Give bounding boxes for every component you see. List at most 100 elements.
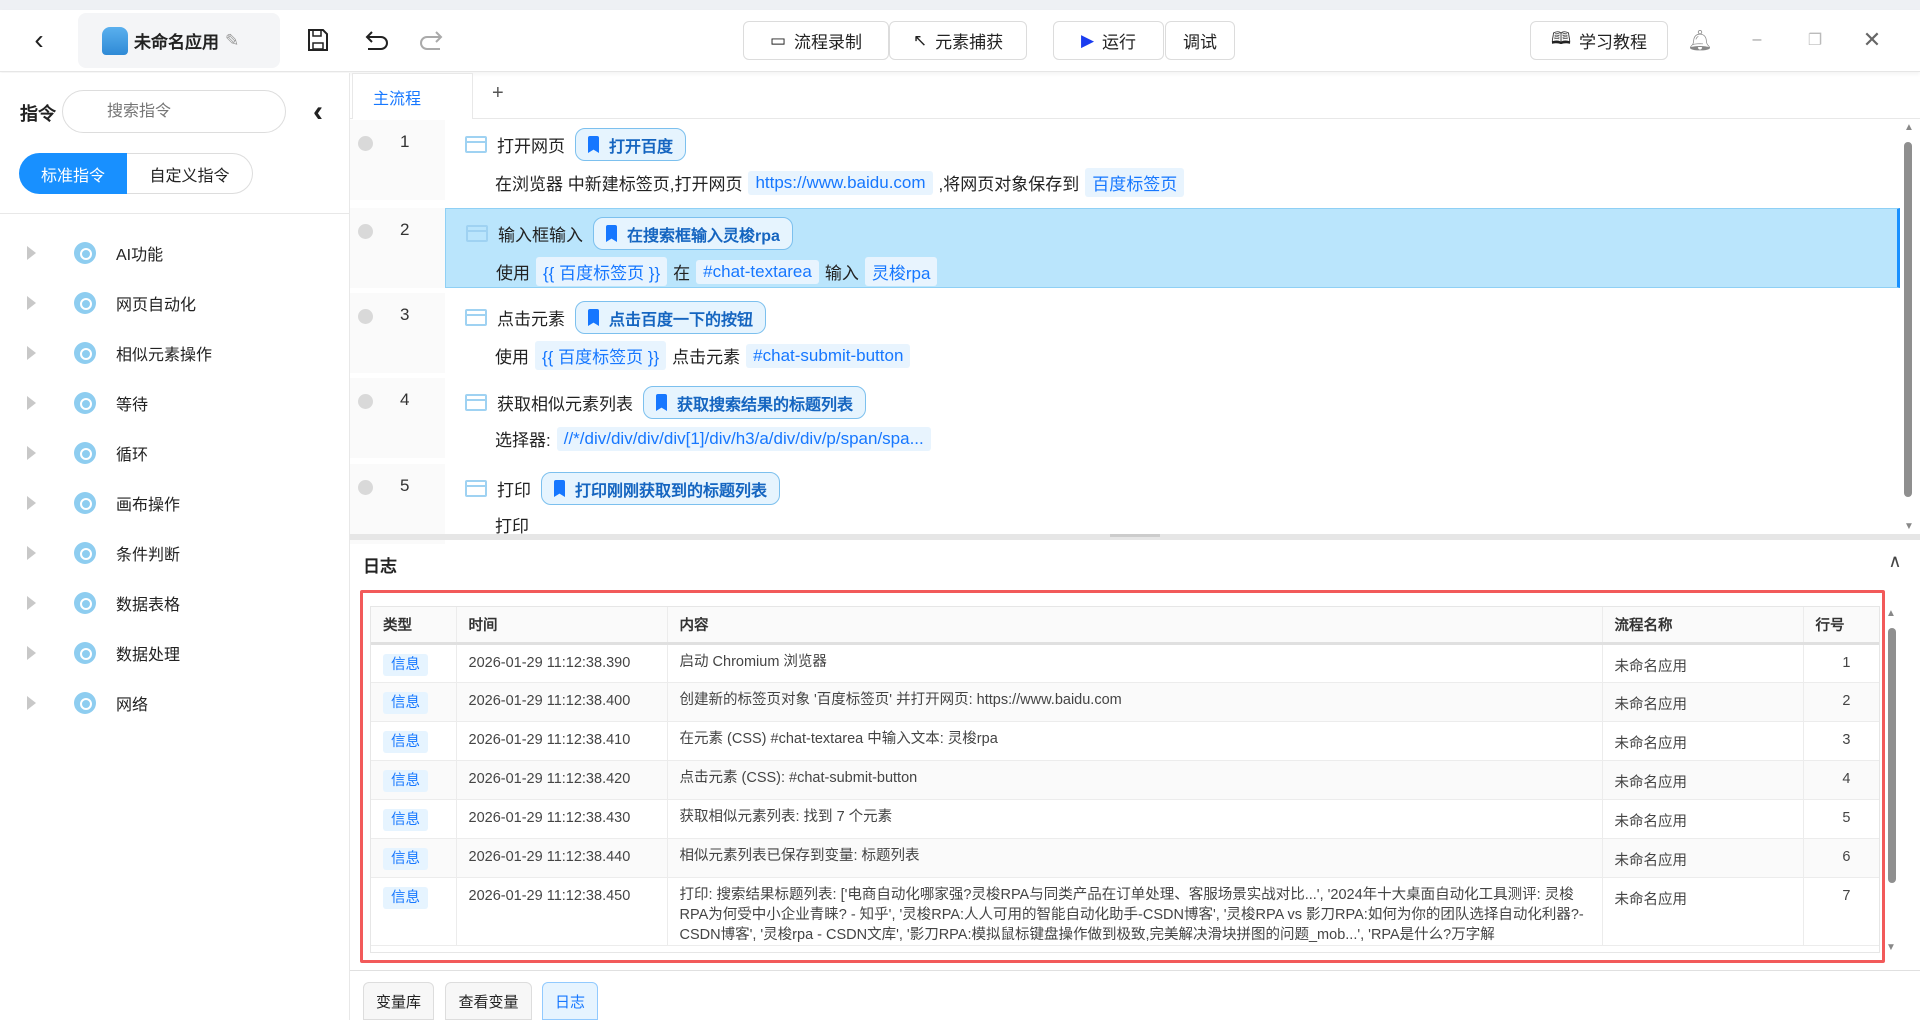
log-flow-name: 未命名应用: [1602, 643, 1804, 683]
log-row[interactable]: 信息 2026-01-29 11:12:38.390 启动 Chromium 浏…: [371, 643, 1879, 683]
param-tag[interactable]: #chat-submit-button: [746, 343, 911, 368]
search-input[interactable]: [62, 90, 286, 133]
back-icon[interactable]: ‹: [24, 24, 54, 56]
flow-step[interactable]: 1 打开网页 打开百度 在浏览器 中新建标签页,打开网页 https://www.…: [350, 120, 1900, 200]
sidebar-item[interactable]: 循环: [0, 433, 350, 473]
step-label-pill[interactable]: 获取搜索结果的标题列表: [643, 386, 867, 419]
sidebar-item[interactable]: AI功能: [0, 233, 350, 273]
step-label-pill[interactable]: 打开百度: [575, 128, 687, 161]
add-tab-button[interactable]: +: [492, 82, 504, 105]
expand-triangle-icon[interactable]: [27, 296, 36, 310]
param-tag[interactable]: {{ 百度标签页 }}: [535, 341, 667, 370]
restore-icon[interactable]: ❐: [1803, 26, 1827, 54]
run-button[interactable]: ▶ 运行: [1053, 21, 1164, 60]
collapse-sidebar-icon[interactable]: ‹: [306, 95, 330, 128]
column-header[interactable]: 时间: [456, 607, 668, 645]
step-content[interactable]: 点击元素 点击百度一下的按钮 使用 {{ 百度标签页 }} 点击元素 #chat-su…: [445, 293, 1900, 373]
sidebar-item[interactable]: 网络: [0, 683, 350, 723]
tab-custom-commands[interactable]: 自定义指令: [127, 153, 253, 194]
breakpoint-dot[interactable]: [358, 224, 373, 239]
variables-button[interactable]: 变量库: [363, 982, 434, 1020]
breakpoint-dot[interactable]: [358, 394, 373, 409]
bell-icon[interactable]: 🔔︎: [1687, 26, 1712, 54]
flow-step[interactable]: 2 输入框输入 在搜索框输入灵梭rpa 使用 {{ 百度标签页 }} 在 #chat-…: [350, 208, 1900, 288]
log-row[interactable]: 信息 2026-01-29 11:12:38.420 点击元素 (CSS): #…: [371, 760, 1879, 800]
log-row[interactable]: 信息 2026-01-29 11:12:38.410 在元素 (CSS) #ch…: [371, 721, 1879, 761]
tab-standard-commands[interactable]: 标准指令: [19, 153, 127, 194]
minimize-icon[interactable]: –: [1745, 26, 1769, 54]
app-title-box[interactable]: 未命名应用 ✎: [78, 13, 280, 68]
log-content: 打印: 搜索结果标题列表: ['电商自动化哪家强?灵梭RPA与同类产品在订单处理…: [667, 877, 1603, 946]
log-row[interactable]: 信息 2026-01-29 11:12:38.450 打印: 搜索结果标题列表:…: [371, 877, 1879, 946]
breakpoint-dot[interactable]: [358, 136, 373, 151]
sidebar-item[interactable]: 等待: [0, 383, 350, 423]
view-variables-button[interactable]: 查看变量: [445, 982, 532, 1020]
chrome-icon: [74, 392, 96, 414]
step-name: 点击元素: [497, 310, 565, 329]
param-tag[interactable]: #chat-textarea: [696, 259, 819, 284]
log-time: 2026-01-29 11:12:38.420: [456, 760, 668, 800]
expand-triangle-icon[interactable]: [27, 646, 36, 660]
capture-button[interactable]: ↖ 元素捕获: [889, 21, 1027, 60]
step-label: 点击百度一下的按钮: [609, 311, 754, 329]
param-tag[interactable]: {{ 百度标签页 }}: [536, 257, 668, 286]
debug-button[interactable]: 调试: [1165, 21, 1235, 60]
close-icon[interactable]: ✕: [1860, 26, 1884, 54]
tutorial-button[interactable]: 🕮 学习教程: [1530, 21, 1668, 60]
param-tag[interactable]: 灵梭rpa: [864, 257, 938, 286]
sidebar-item-label: 数据表格: [116, 597, 181, 614]
expand-triangle-icon[interactable]: [27, 696, 36, 710]
save-icon[interactable]: [304, 26, 332, 54]
expand-triangle-icon[interactable]: [27, 346, 36, 360]
breakpoint-dot[interactable]: [358, 309, 373, 324]
breakpoint-dot[interactable]: [358, 480, 373, 495]
param-tag[interactable]: https://www.baidu.com: [748, 170, 933, 195]
step-text: 点击元素: [672, 348, 741, 367]
collapse-log-icon[interactable]: ∧: [1880, 548, 1910, 574]
column-header[interactable]: 行号: [1803, 607, 1879, 645]
param-tag[interactable]: //*/div/div/div/div[1]/div/h3/a/div/div/…: [556, 426, 931, 451]
column-header[interactable]: 流程名称: [1602, 607, 1804, 645]
panel-splitter[interactable]: [350, 534, 1920, 540]
expand-triangle-icon[interactable]: [27, 496, 36, 510]
record-label: 流程录制: [794, 33, 863, 52]
step-content[interactable]: 打印 打印刚刚获取到的标题列表 打印: [445, 464, 1900, 544]
step-label-pill[interactable]: 在搜索框输入灵梭rpa: [593, 217, 793, 250]
step-content[interactable]: 输入框输入 在搜索框输入灵梭rpa 使用 {{ 百度标签页 }} 在 #chat-te…: [445, 208, 1900, 288]
sidebar-item[interactable]: 网页自动化: [0, 283, 350, 323]
flow-step[interactable]: 3 点击元素 点击百度一下的按钮 使用 {{ 百度标签页 }} 点击元素 #chat-…: [350, 293, 1900, 373]
expand-triangle-icon[interactable]: [27, 446, 36, 460]
sidebar-item[interactable]: 数据处理: [0, 633, 350, 673]
flow-scrollbar[interactable]: ▲ ▼: [1902, 122, 1914, 532]
step-label-pill[interactable]: 点击百度一下的按钮: [575, 301, 767, 334]
tab-main-flow[interactable]: 主流程: [352, 73, 473, 119]
step-gutter: 2: [350, 208, 445, 288]
flow-step[interactable]: 4 获取相似元素列表 获取搜索结果的标题列表 选择器: //*/div/div/d…: [350, 378, 1900, 458]
expand-triangle-icon[interactable]: [27, 546, 36, 560]
step-label-pill[interactable]: 打印刚刚获取到的标题列表: [541, 472, 781, 505]
expand-triangle-icon[interactable]: [27, 246, 36, 260]
log-button[interactable]: 日志: [542, 982, 598, 1020]
step-content[interactable]: 打开网页 打开百度 在浏览器 中新建标签页,打开网页 https://www.ba…: [445, 120, 1900, 200]
column-header[interactable]: 类型: [371, 607, 457, 645]
undo-icon[interactable]: [362, 26, 392, 54]
sidebar-item[interactable]: 画布操作: [0, 483, 350, 523]
sidebar-item[interactable]: 数据表格: [0, 583, 350, 623]
log-row[interactable]: 信息 2026-01-29 11:12:38.400 创建新的标签页对象 '百度…: [371, 682, 1879, 722]
sidebar-item[interactable]: 相似元素操作: [0, 333, 350, 373]
log-row[interactable]: 信息 2026-01-29 11:12:38.430 获取相似元素列表: 找到 …: [371, 799, 1879, 839]
record-button[interactable]: ▭ 流程录制: [743, 21, 889, 60]
flow-step[interactable]: 5 打印 打印刚刚获取到的标题列表 打印: [350, 464, 1900, 544]
expand-triangle-icon[interactable]: [27, 596, 36, 610]
log-row[interactable]: 信息 2026-01-29 11:12:38.440 相似元素列表已保存到变量:…: [371, 838, 1879, 878]
log-line-number: 4: [1803, 760, 1879, 800]
expand-triangle-icon[interactable]: [27, 396, 36, 410]
log-line-number: 2: [1803, 682, 1879, 722]
step-content[interactable]: 获取相似元素列表 获取搜索结果的标题列表 选择器: //*/div/div/div…: [445, 378, 1900, 458]
sidebar-item[interactable]: 条件判断: [0, 533, 350, 573]
redo-icon[interactable]: [416, 26, 446, 54]
column-header[interactable]: 内容: [667, 607, 1603, 645]
param-tag[interactable]: 百度标签页: [1085, 168, 1185, 197]
edit-icon[interactable]: ✎: [225, 31, 239, 51]
log-scrollbar[interactable]: ▲ ▼: [1886, 608, 1898, 953]
